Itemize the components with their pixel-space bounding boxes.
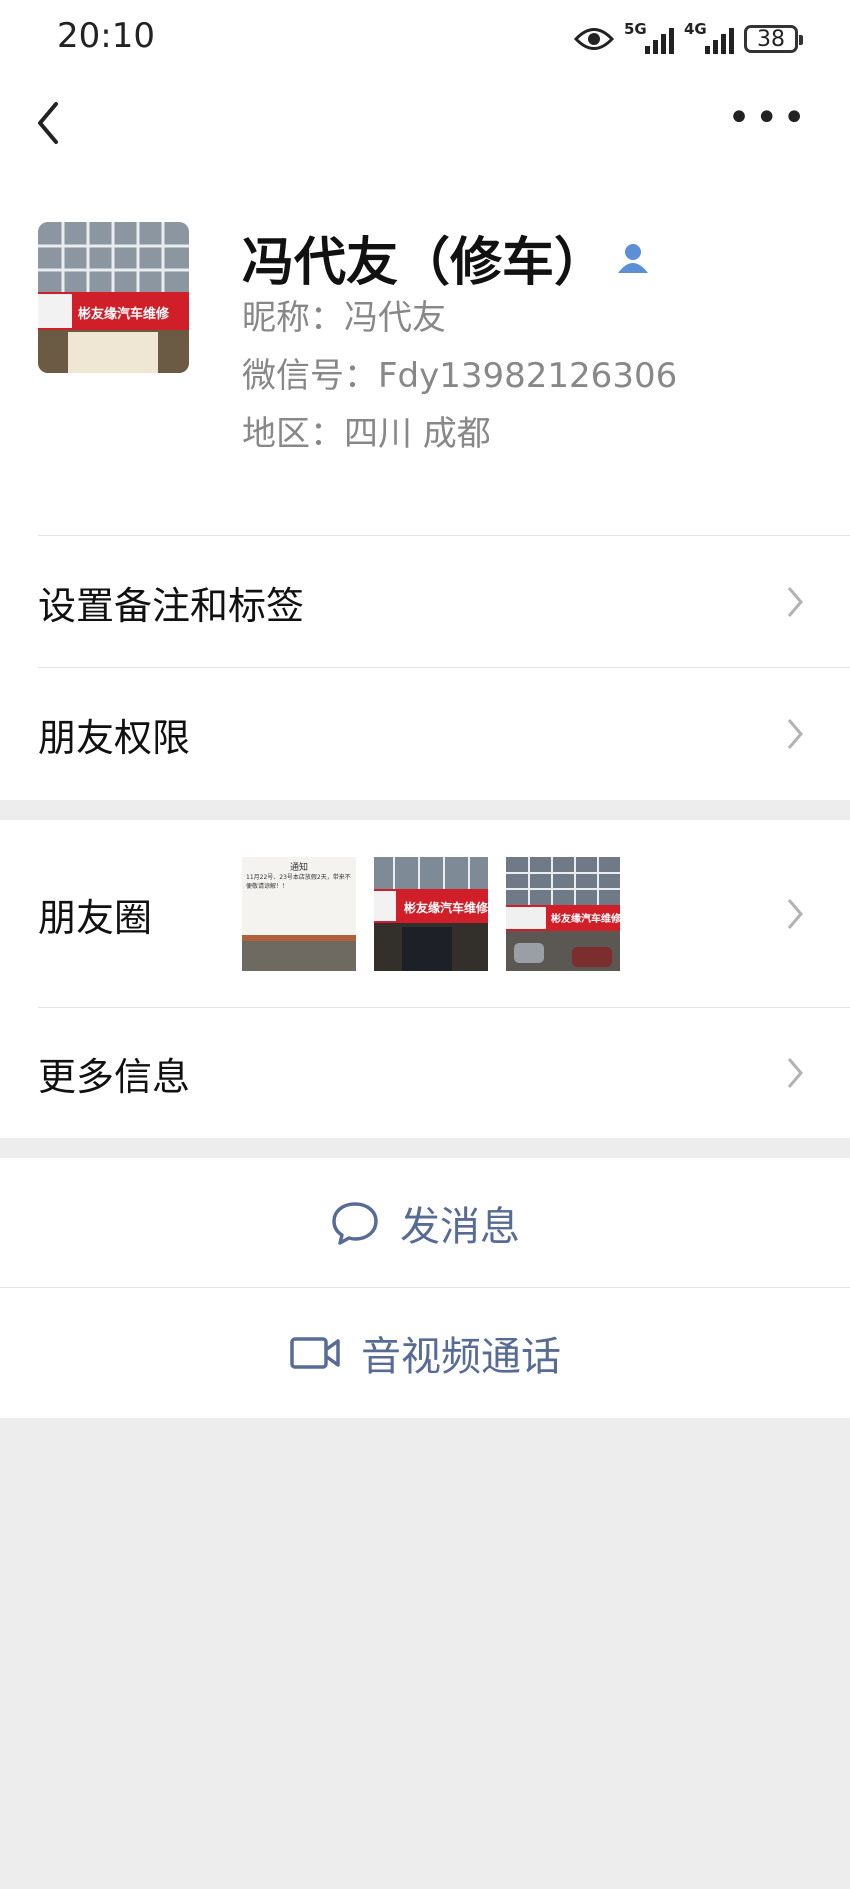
moments-thumb-shop-2[interactable]: 彬友缘汽车维修: [506, 857, 620, 971]
back-arrow-icon[interactable]: [30, 98, 70, 148]
row-friend-permissions-label: 朋友权限: [38, 715, 191, 760]
video-camera-icon: [290, 1337, 340, 1369]
row-remark-tags-label: 设置备注和标签: [38, 583, 305, 628]
av-call-button[interactable]: 音视频通话: [0, 1288, 850, 1418]
send-message-button[interactable]: 发消息: [0, 1158, 850, 1288]
avatar-sign-text: 彬友缘汽车维修: [78, 306, 170, 322]
row-remark-tags[interactable]: 设置备注和标签: [0, 536, 850, 668]
moments-thumb-shop-1[interactable]: 彬友缘汽车维修: [374, 857, 488, 971]
chat-bubble-icon: [332, 1202, 378, 1245]
section-gap: [0, 1138, 850, 1158]
signal-4g-icon: 4G: [684, 20, 734, 56]
row-moments[interactable]: 朋友圈 通知 11月22号、23号本店放假2天，带来不便敬请谅解！！ 彬友缘汽车…: [0, 820, 850, 1008]
nickname: 昵称：冯代友: [242, 298, 446, 338]
contact-name: 冯代友（修车）: [242, 220, 650, 295]
battery-level: 38: [757, 26, 785, 52]
status-time: 20:10: [57, 16, 155, 56]
row-moments-label: 朋友圈: [38, 895, 153, 940]
signal-5g-icon: 5G: [624, 20, 674, 56]
profile-header: 彬友缘汽车维修 冯代友（修车） 昵称：冯代友 微信号：Fdy1398212630…: [0, 170, 850, 536]
row-more-info[interactable]: 更多信息: [0, 1008, 850, 1138]
section-gap: [0, 800, 850, 820]
notice-title: 通知: [290, 861, 308, 873]
av-call-label: 音视频通话: [361, 1334, 561, 1380]
chevron-right-icon: [787, 899, 803, 929]
chevron-right-icon: [787, 1058, 803, 1088]
wechat-id: 微信号：Fdy13982126306: [242, 356, 678, 396]
notice-body: 11月22号、23号本店放假2天，带来不便敬请谅解！！: [246, 874, 351, 890]
row-more-info-label: 更多信息: [38, 1054, 191, 1099]
person-icon: [618, 243, 649, 273]
region: 地区：四川 成都: [242, 414, 491, 454]
status-bar: 20:10 5G 4G 38: [0, 0, 850, 80]
eye-icon: [574, 28, 614, 50]
top-nav: •••: [0, 80, 850, 170]
contact-name-text: 冯代友（修车）: [242, 233, 607, 293]
avatar[interactable]: 彬友缘汽车维修: [38, 222, 189, 373]
battery-icon: 38: [744, 25, 803, 53]
chevron-right-icon: [787, 719, 803, 749]
thumb-sign-text-2: 彬友缘汽车维修: [551, 912, 620, 925]
thumb-sign-text: 彬友缘汽车维修: [404, 900, 488, 915]
row-friend-permissions[interactable]: 朋友权限: [0, 668, 850, 800]
status-icons: 5G 4G 38: [574, 20, 803, 56]
chevron-right-icon: [787, 587, 803, 617]
more-icon[interactable]: •••: [727, 98, 810, 138]
send-message-label: 发消息: [400, 1204, 520, 1250]
moments-thumb-notice[interactable]: 通知 11月22号、23号本店放假2天，带来不便敬请谅解！！: [242, 857, 356, 971]
